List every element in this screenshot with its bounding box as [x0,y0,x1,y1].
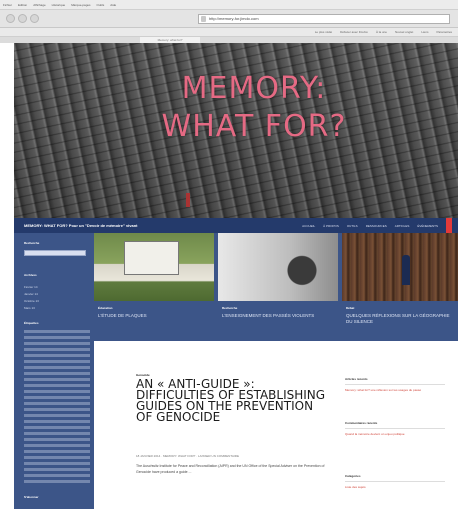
archive-link[interactable]: Mars 13 [24,306,35,310]
address-bar[interactable]: http://memory-for.jimdo.com [198,14,450,24]
forward-button[interactable] [18,14,27,23]
featured-image-portrait[interactable] [218,233,338,301]
tag-cloud-line[interactable] [24,354,90,357]
hero-banner: MEMORY: WHAT FOR? [14,43,458,218]
tag-cloud-line[interactable] [24,444,90,447]
hero-title-line2: WHAT FOR? [161,109,347,144]
tag-cloud-line[interactable] [24,414,90,417]
featured-category[interactable]: Débat [346,306,354,310]
tag-cloud-line[interactable] [24,348,90,351]
archive-link[interactable]: Octobre 13 [24,299,39,303]
site-info-icon[interactable] [201,16,206,22]
address-text: http://memory-for.jimdo.com [209,16,259,21]
nav-item-articles[interactable]: ARTICLES [395,224,410,228]
post-excerpt: The Auschwitz Institute for Peace and Re… [136,464,325,474]
divider [345,384,445,385]
search-toggle-button[interactable] [446,218,452,233]
right-sidebar: Articles récents Memory: what for? une r… [339,341,458,509]
categories-heading: Catégories [345,474,361,478]
tag-cloud-line[interactable] [24,366,90,369]
tag-cloud-line[interactable] [24,396,90,399]
featured-image-plaque[interactable] [94,233,214,301]
recent-comments-heading: Commentaires récents [345,421,378,425]
subscribe-heading: S'abonner [24,495,39,499]
search-heading: Recherche [24,241,40,245]
nav-item-about[interactable]: À PROPOS [323,224,339,228]
nav-item-home[interactable]: ACCUEIL [302,224,315,228]
divider [345,428,445,429]
tag-cloud-line[interactable] [24,456,90,459]
archive-link[interactable]: Février 14 [24,285,38,289]
recent-post-link[interactable]: Memory: what for? une réflexion sur les … [345,388,450,393]
tag-cloud-line[interactable] [24,408,90,411]
browser-toolbar: http://memory-for.jimdo.com [0,10,458,28]
nav-item-resources[interactable]: RESSOURCES [366,224,387,228]
tag-cloud-line[interactable] [24,438,90,441]
featured-title[interactable]: QUELQUES RÉFLEXIONS SUR LA GÉOGRAPHIE DU… [346,313,456,325]
featured-category[interactable]: Recherche [222,306,237,310]
nav-item-tools[interactable]: OUTILS [347,224,358,228]
tags-heading: Étiquettes [24,321,39,325]
post-title[interactable]: AN « ANTI-GUIDE »: DIFFICULTIES OF ESTAB… [136,378,326,423]
nav-menu: ACCUEIL À PROPOS OUTILS RESSOURCES ARTIC… [302,218,452,233]
tag-cloud-line[interactable] [24,468,90,471]
tag-cloud-line[interactable] [24,360,90,363]
tag-cloud-line[interactable] [24,384,90,387]
menu-edit[interactable]: Edition [18,3,27,7]
category-link[interactable]: Liste des sujets [345,485,450,490]
tag-cloud-line[interactable] [24,426,90,429]
tag-cloud-line[interactable] [24,378,90,381]
bookmarks-bar: Le plus visité Débuter avec Firefox À la… [0,28,458,37]
browser-window: Fichier Edition Affichage Historique Mar… [0,0,458,509]
tag-cloud-line[interactable] [24,462,90,465]
featured-category[interactable]: Éducation [98,306,113,310]
recent-comment-link[interactable]: Quand la mémoire devient un enjeu politi… [345,432,450,437]
featured-title[interactable]: L'ENSEIGNEMENT DES PASSÉS VIOLENTS [222,313,334,319]
tag-cloud-line[interactable] [24,402,90,405]
tag-cloud-line[interactable] [24,432,90,435]
tag-cloud-line[interactable] [24,450,90,453]
archives-heading: Archives [24,273,37,277]
tag-cloud-line[interactable] [24,390,90,393]
bookmark-item[interactable]: Liens [421,30,428,34]
tag-cloud-line[interactable] [24,336,90,339]
reload-button[interactable] [30,14,39,23]
tag-cloud-line[interactable] [24,330,90,333]
menu-bookmarks[interactable]: Marque-pages [71,3,90,7]
site-title[interactable]: MEMORY: WHAT FOR? Pour un "Devoir de mém… [14,223,138,228]
left-sidebar: Recherche Archives Février 14 Janvier 14… [14,233,94,509]
bookmark-item[interactable]: Le plus visité [315,30,332,34]
featured-image-archive[interactable] [342,233,458,301]
archive-link[interactable]: Janvier 14 [24,292,38,296]
bookmark-item[interactable]: Paramètres [436,30,452,34]
bookmark-item[interactable]: Débuter avec Firefox [340,30,368,34]
tag-cloud-line[interactable] [24,420,90,423]
menu-file[interactable]: Fichier [3,3,12,7]
main-content: Genocide AN « ANTI-GUIDE »: DIFFICULTIES… [94,341,339,509]
menu-view[interactable]: Affichage [33,3,45,7]
tag-cloud-line[interactable] [24,372,90,375]
memorial-sign [124,241,179,275]
tag-cloud-line[interactable] [24,342,90,345]
hero-person-figure [186,193,190,207]
bookmark-item[interactable]: Nouvel onglet [395,30,413,34]
sidebar-search-input[interactable] [24,250,86,256]
archive-person [402,255,410,285]
back-button[interactable] [6,14,15,23]
divider [345,481,445,482]
menu-history[interactable]: Historique [52,3,66,7]
site-navbar: MEMORY: WHAT FOR? Pour un "Devoir de mém… [14,218,458,233]
nav-item-events[interactable]: ÉVÉNEMENTS [417,224,438,228]
tag-cloud-line[interactable] [24,480,90,483]
menu-help[interactable]: Aide [110,3,116,7]
menu-tools[interactable]: Outils [97,3,105,7]
bookmark-item[interactable]: À la une [376,30,387,34]
recent-posts-heading: Articles récents [345,377,368,381]
post-meta: 18 JANVIER 2014 · MEMORY: WHAT FOR? · LA… [136,454,239,458]
featured-posts: Éducation L'ÉTUDE DE PLAQUES Recherche L… [94,233,458,341]
menu-bar: Fichier Edition Affichage Historique Mar… [0,0,458,10]
tag-cloud-line[interactable] [24,474,90,477]
featured-title[interactable]: L'ÉTUDE DE PLAQUES [98,313,210,319]
hero-title-line1: MEMORY: [181,71,327,106]
